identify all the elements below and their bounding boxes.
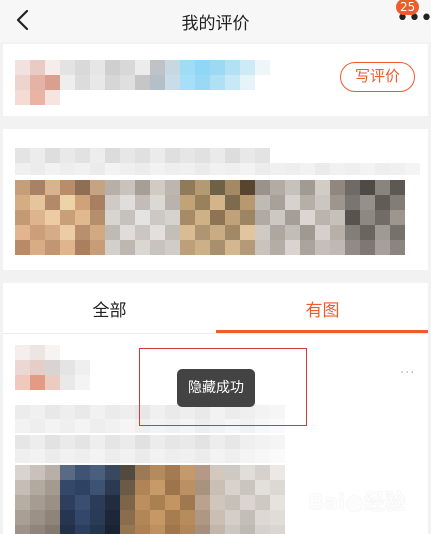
review-text-blurred <box>15 148 270 163</box>
reviewer-avatar <box>15 345 90 390</box>
review-text-blurred-4 <box>15 435 285 463</box>
toast-message: 隐藏成功 <box>177 369 255 407</box>
review-text-blurred-2 <box>15 163 420 175</box>
review-more-button[interactable]: ··· <box>400 366 415 381</box>
review-photo-3 <box>180 180 255 255</box>
watermark-url: jingyan.baidu.com <box>314 511 412 522</box>
page-title: 我的评价 <box>181 14 250 34</box>
tab-divider <box>3 333 428 334</box>
review-photo-6 <box>15 465 285 534</box>
more-menu-button[interactable]: ••• 25 <box>388 0 431 40</box>
review-photo-4 <box>255 180 345 255</box>
username-blurred <box>60 60 270 90</box>
baidu-jingyan-watermark: Bai●经验 jingyan.baidu.com <box>308 486 426 526</box>
more-dots-icon: ••• <box>396 6 431 31</box>
review-photo-5 <box>345 180 405 255</box>
tab-with-photos[interactable]: 有图 <box>265 296 380 328</box>
navigation-bar: 我的评价 ••• 25 <box>0 0 431 42</box>
avatar <box>15 60 60 105</box>
review-photo-2 <box>105 180 180 255</box>
notification-badge: 25 <box>396 0 420 15</box>
tab-all[interactable]: 全部 <box>52 296 167 328</box>
review-photo-1 <box>15 180 105 255</box>
write-review-button[interactable]: 写评价 <box>340 62 415 92</box>
